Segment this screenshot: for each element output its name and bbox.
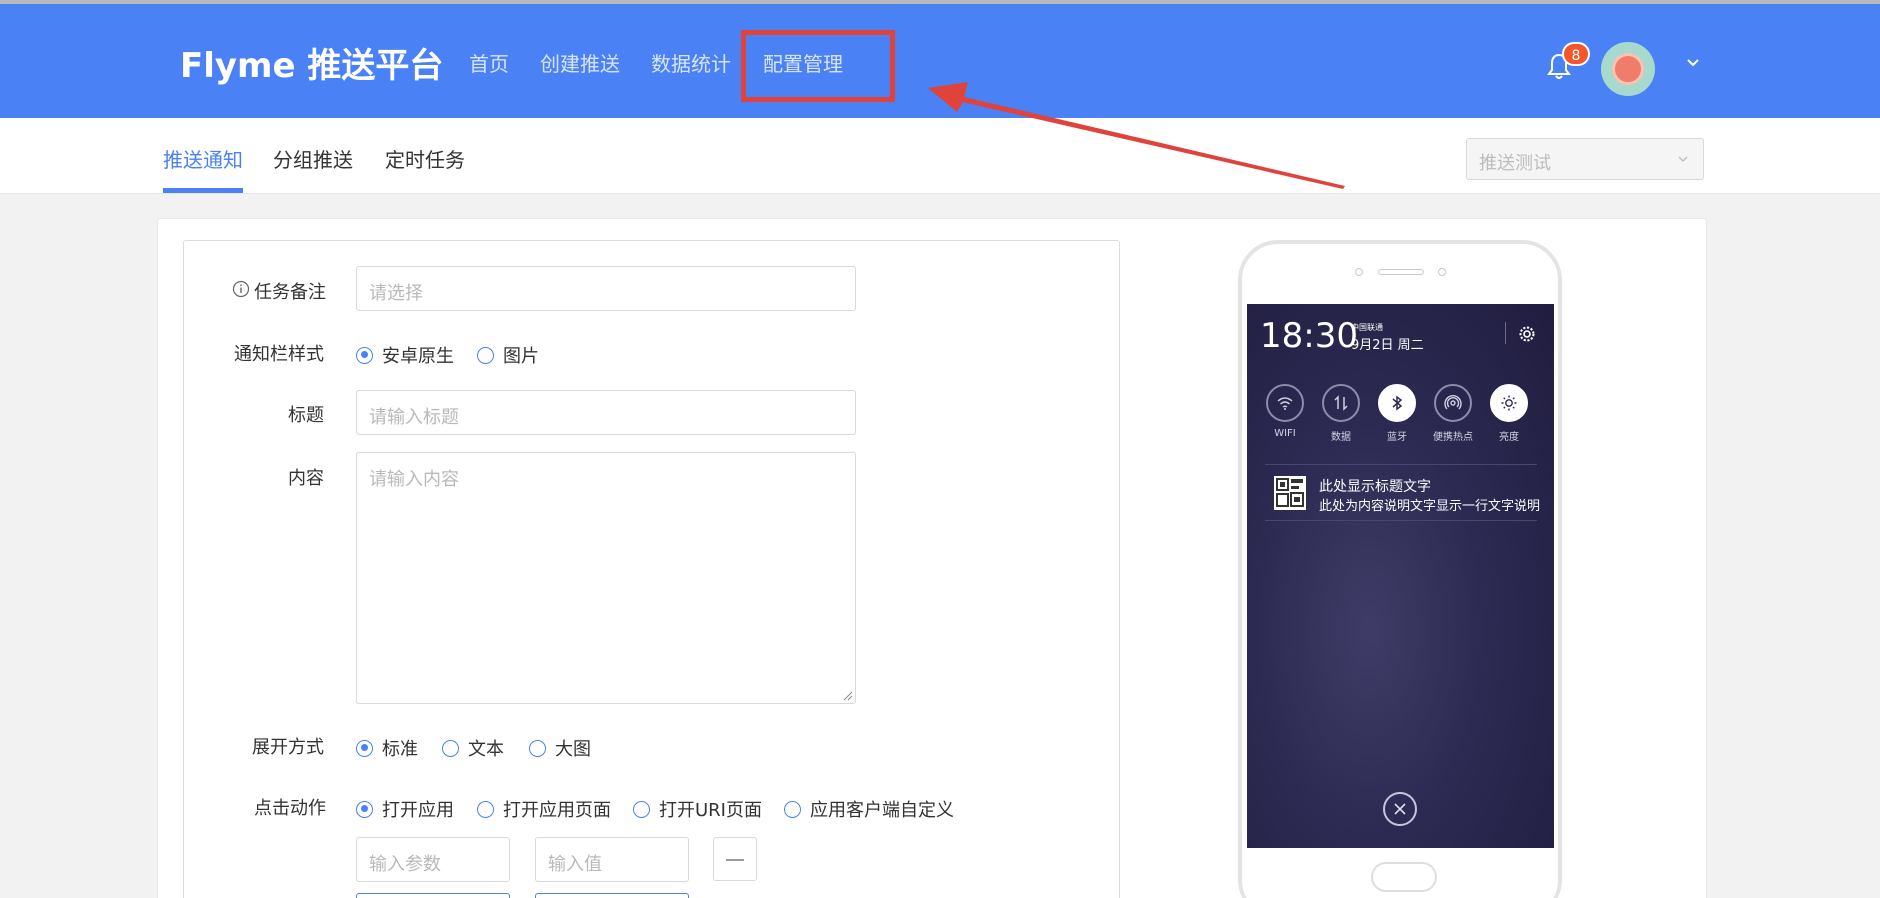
active-tab-indicator	[163, 188, 243, 193]
nav-create-push[interactable]: 创建推送	[540, 48, 620, 77]
task-note-placeholder: 请选择	[369, 283, 423, 304]
param-value-placeholder: 输入值	[548, 854, 602, 875]
click-action-label: 点击动作	[254, 798, 326, 819]
phone-sensor	[1355, 268, 1363, 276]
radio-big-image-label: 大图	[555, 739, 591, 760]
status-divider	[1505, 322, 1506, 344]
param-key-input[interactable]: 输入参数	[356, 837, 510, 882]
gear-icon	[1519, 326, 1535, 342]
notification-divider-top	[1265, 464, 1537, 465]
preview-time: 18:30	[1260, 316, 1358, 356]
expand-mode-label: 展开方式	[252, 737, 324, 758]
brightness-icon	[1501, 395, 1517, 411]
param-value-input[interactable]: 输入值	[535, 837, 689, 882]
radio-text[interactable]: 文本	[442, 735, 504, 761]
title-label: 标题	[288, 405, 324, 426]
chevron-down-icon[interactable]	[1686, 56, 1700, 70]
qs-hotspot: 便携热点	[1433, 384, 1473, 443]
qs-hotspot-label: 便携热点	[1433, 432, 1473, 443]
radio-open-app-page-label: 打开应用页面	[503, 800, 611, 821]
chevron-down-icon	[1678, 156, 1688, 163]
app-logo[interactable]: Flyme 推送平台	[180, 38, 443, 87]
task-note-label: 任务备注	[254, 282, 326, 303]
clear-notifications-button	[1383, 792, 1417, 826]
highlight-box	[741, 30, 895, 102]
wifi-icon	[1277, 397, 1293, 410]
app-notification-icon	[1274, 476, 1306, 510]
radio-open-app-page[interactable]: 打开应用页面	[477, 796, 611, 822]
nav-statistics[interactable]: 数据统计	[651, 48, 731, 77]
push-test-select-label: 推送测试	[1479, 153, 1551, 174]
top-nav-bar: Flyme 推送平台 首页 创建推送 数据统计 配置管理 8	[0, 0, 1880, 118]
radio-big-image[interactable]: 大图	[529, 735, 591, 761]
notification-divider-bottom	[1265, 520, 1537, 521]
notification-badge: 8	[1562, 42, 1590, 66]
sub-tab-bar: 推送通知 分组推送 定时任务 推送测试	[0, 118, 1880, 194]
title-placeholder: 请输入标题	[369, 407, 459, 428]
tab-push-notification[interactable]: 推送通知	[163, 144, 243, 173]
avatar[interactable]	[1601, 42, 1655, 96]
radio-standard-label: 标准	[382, 739, 418, 760]
param-key-placeholder: 输入参数	[369, 854, 441, 875]
radio-image[interactable]: 图片	[477, 342, 539, 368]
phone-screen: 18:30 中国联通 9月2日 周二 WIFI 数据 蓝牙 便携热点 亮度 此处…	[1247, 304, 1554, 848]
radio-image-label: 图片	[503, 346, 539, 367]
task-note-input[interactable]: 请选择	[356, 266, 856, 311]
preview-notification-title: 此处显示标题文字	[1319, 479, 1431, 495]
notify-style-label: 通知栏样式	[234, 344, 324, 365]
radio-open-app[interactable]: 打开应用	[356, 796, 454, 822]
radio-open-app-label: 打开应用	[382, 800, 454, 821]
remove-param-button[interactable]	[713, 837, 757, 881]
preview-notification-body: 此处为内容说明文字显示一行文字说明	[1319, 499, 1541, 514]
resize-handle-icon[interactable]	[843, 691, 853, 701]
title-input[interactable]: 请输入标题	[356, 390, 856, 435]
nav-home[interactable]: 首页	[469, 48, 509, 77]
tab-group-push[interactable]: 分组推送	[273, 144, 353, 173]
radio-standard[interactable]: 标准	[356, 735, 418, 761]
phone-camera	[1438, 268, 1446, 276]
hotspot-icon	[1444, 395, 1462, 410]
qs-brightness: 亮度	[1489, 384, 1529, 443]
qs-data-label: 数据	[1331, 432, 1351, 443]
qs-wifi-label: WIFI	[1274, 428, 1296, 439]
radio-open-uri-page[interactable]: 打开URI页面	[633, 796, 762, 822]
content-placeholder: 请输入内容	[369, 469, 459, 490]
qs-bluetooth: 蓝牙	[1377, 384, 1417, 443]
radio-text-label: 文本	[468, 739, 504, 760]
qs-data: 数据	[1321, 384, 1361, 443]
close-icon	[1394, 803, 1406, 815]
next-param-input[interactable]	[356, 893, 510, 898]
phone-speaker	[1378, 269, 1424, 275]
radio-android-native-label: 安卓原生	[382, 346, 454, 367]
radio-open-uri-page-label: 打开URI页面	[659, 800, 762, 821]
qs-wifi: WIFI	[1265, 384, 1305, 439]
radio-client-custom-label: 应用客户端自定义	[810, 800, 954, 821]
radio-android-native[interactable]: 安卓原生	[356, 342, 454, 368]
data-arrows-icon	[1334, 395, 1348, 411]
phone-home-button	[1371, 862, 1437, 892]
preview-date: 9月2日 周二	[1351, 338, 1424, 353]
bluetooth-icon	[1392, 395, 1403, 411]
content-label: 内容	[288, 468, 324, 489]
content-textarea[interactable]: 请输入内容	[356, 452, 856, 704]
tab-scheduled-task[interactable]: 定时任务	[385, 144, 465, 173]
next-value-input[interactable]	[535, 893, 689, 898]
push-test-select[interactable]: 推送测试	[1466, 138, 1704, 180]
radio-client-custom[interactable]: 应用客户端自定义	[784, 796, 954, 822]
minus-icon	[726, 859, 744, 861]
preview-carrier: 中国联通	[1351, 323, 1383, 332]
qs-bluetooth-label: 蓝牙	[1387, 432, 1407, 443]
qs-brightness-label: 亮度	[1499, 432, 1519, 443]
